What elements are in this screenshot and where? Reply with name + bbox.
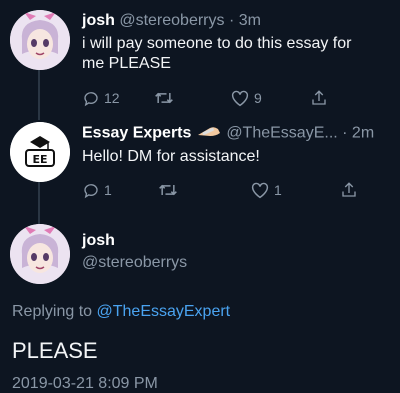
reply-button[interactable]: 12	[82, 89, 154, 107]
avatar[interactable]	[10, 224, 70, 284]
writing-hand-icon	[196, 124, 222, 143]
display-name[interactable]: josh	[82, 12, 115, 29]
mention-link[interactable]: @TheEssayExpert	[97, 303, 231, 320]
user-handle[interactable]: @stereoberrys	[119, 12, 224, 29]
tweet-time: · 3m	[228, 12, 261, 29]
like-button[interactable]: 1	[250, 181, 340, 199]
avatar[interactable]: EE	[10, 122, 70, 182]
tweet-header: josh @stereoberrys · 3m	[82, 12, 261, 30]
logo-text: EE	[32, 153, 47, 166]
retweet-button[interactable]	[158, 181, 250, 199]
share-icon	[312, 90, 326, 105]
tweet-text: PLEASE	[12, 338, 98, 363]
share-button[interactable]	[310, 88, 328, 108]
thread-line-2	[38, 182, 40, 224]
tweet-text-line: i will pay someone to do this essay for	[82, 35, 352, 52]
tweet-actions: 12 9	[82, 88, 328, 108]
thread-line-1	[38, 70, 40, 120]
tweet-text: i will pay someone to do this essay for …	[82, 34, 351, 74]
retweet-icon	[159, 184, 177, 196]
reply-icon	[84, 92, 98, 107]
share-button[interactable]	[340, 180, 358, 200]
reply-button[interactable]: 1	[82, 181, 158, 199]
tweet-time: · 2m	[342, 124, 375, 142]
user-handle[interactable]: @TheEssayE...	[226, 125, 337, 142]
avatar-image	[10, 224, 70, 284]
user-handle[interactable]: @stereoberrys	[82, 254, 187, 272]
retweet-button[interactable]	[154, 89, 230, 107]
like-button[interactable]: 9	[230, 89, 310, 107]
replying-to-label: Replying to	[12, 303, 93, 320]
display-name[interactable]: josh	[82, 232, 187, 250]
tweet-actions: 1 1	[82, 180, 358, 200]
display-name[interactable]: Essay Experts	[82, 125, 191, 142]
like-count: 9	[254, 90, 262, 106]
reply-icon	[84, 184, 98, 199]
reply-count: 1	[104, 182, 112, 198]
share-icon	[342, 182, 356, 197]
tweet-text-line: me PLEASE	[82, 55, 171, 72]
replying-to: Replying to @TheEssayExpert	[12, 303, 230, 321]
like-count: 1	[274, 182, 282, 198]
tweet-text: Hello! DM for assistance!	[82, 148, 260, 165]
tweet-header: Essay Experts @TheEssayE... · 2m	[82, 124, 374, 143]
avatar-image	[10, 10, 70, 70]
reply-count: 12	[104, 90, 120, 106]
avatar[interactable]	[10, 10, 70, 70]
essay-experts-logo: EE	[10, 122, 70, 182]
heart-icon	[251, 182, 269, 199]
tweet-timestamp: 2019-03-21 8:09 PM	[12, 375, 158, 392]
heart-icon	[231, 90, 249, 107]
retweet-icon	[155, 92, 173, 104]
reply-author: josh @stereoberrys	[82, 232, 187, 272]
